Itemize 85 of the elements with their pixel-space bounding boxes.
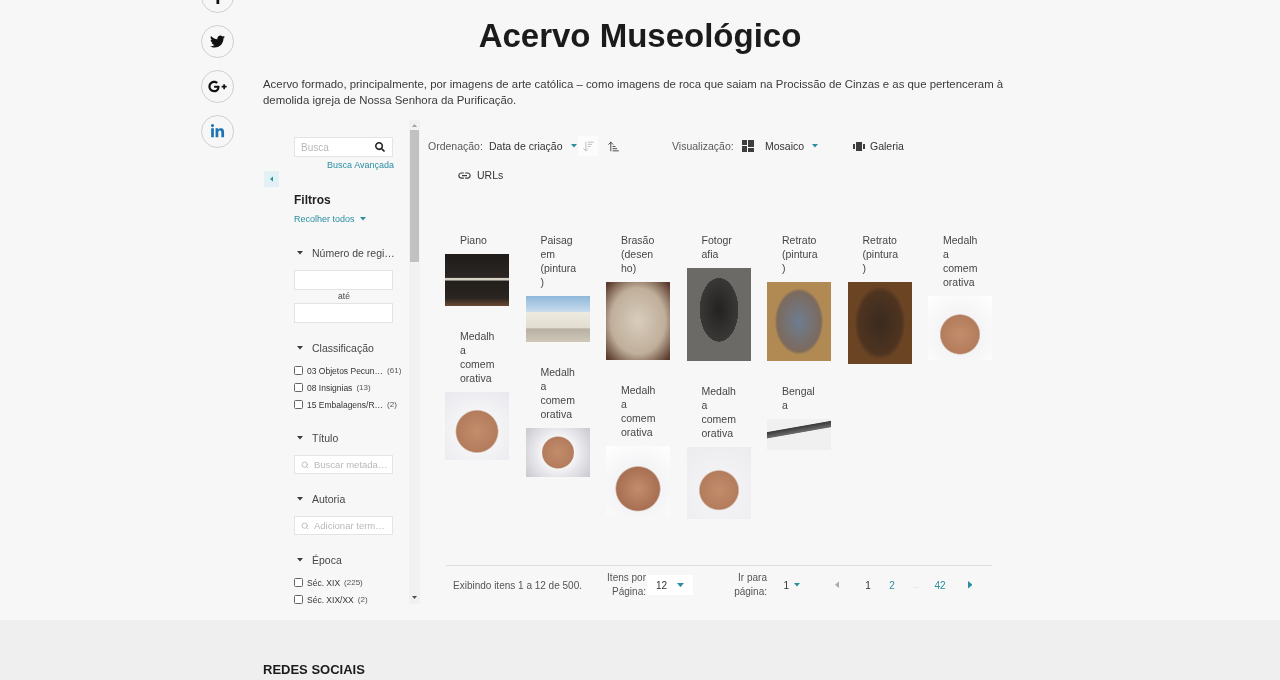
search-icon [375,142,385,152]
sort-label: Ordenação: [428,140,483,152]
input-field[interactable] [294,270,393,290]
items-per-page-select[interactable]: 12 [646,575,693,595]
sort-descending-icon [581,139,595,153]
item-title[interactable]: Piano [460,233,496,247]
go-to-page-label: Ir para página: [733,571,767,599]
scroll-down-icon [412,596,417,599]
checkbox[interactable] [294,595,303,604]
search-field[interactable]: Busca [294,137,393,157]
share-button[interactable] [201,70,234,103]
option-label: 08 Insignias [307,382,353,393]
view-label: Visualização: [672,140,734,152]
photo-placeholder[interactable] [767,419,831,450]
search-icon [301,460,309,469]
twitter-icon [210,34,225,49]
filter-header[interactable]: Número de regi… [294,245,395,261]
option-count: (61) [387,366,402,375]
view-mode-button[interactable]: URLs [452,165,509,185]
filter-header[interactable]: Classificação [294,340,374,356]
search-field[interactable]: Buscar metada… [294,455,393,474]
linkedin-icon [210,124,225,139]
item-title[interactable]: Paisagem (pintura) [540,233,577,289]
caret-left-icon [269,176,274,182]
caret-down-icon [570,144,577,148]
search-icon [301,521,309,530]
page-link[interactable]: 42 [928,575,952,595]
item-title[interactable]: Medalha comemorativa [701,384,738,440]
items-per-page-label: Itens por Página: [606,571,646,599]
checkbox[interactable] [294,383,303,392]
option-count: (13) [356,383,371,392]
sort-dropdown[interactable]: Data de criação [489,140,577,152]
page-link[interactable]: 2 [880,575,904,595]
item-title[interactable]: Medalha comemorativa [460,329,496,385]
view-mode-dropdown[interactable]: Mosaico [742,140,819,152]
footer-heading: REDES SOCIAIS [263,662,365,677]
page-link[interactable]: 1 [856,575,880,595]
option-count: (2) [357,595,368,604]
photo-placeholder[interactable] [445,254,509,306]
filter-header[interactable]: Época [294,552,342,568]
view-mode-button[interactable]: Galeria [848,136,909,156]
caret-down-icon [359,217,366,221]
option-count: (2) [387,400,397,409]
collection-description: Acervo formado, principalmente, por imagens de arte católica – como imagens de roca que saiam na Procissão de Cinzas e as que pertenceram à demolida igreja de Nossa Senhora da Purificação. [263,77,1005,108]
caret-down-icon [812,144,819,148]
option-label: Séc. XIX [307,577,341,588]
collapse-filters-button[interactable] [264,171,279,187]
checkbox[interactable] [294,400,303,409]
checkbox[interactable] [294,578,303,587]
item-title[interactable]: Retrato (pintura) [782,233,818,275]
mosaic-icon [742,140,754,152]
caret-down-icon [677,582,684,588]
gallery-icon [853,141,865,151]
caret-left-icon [834,581,840,589]
item-title[interactable]: Fotografia [701,233,738,261]
caret-right-icon [967,581,973,589]
advanced-search-link[interactable]: Busca Avançada [327,159,394,171]
range-separator: até [338,290,350,303]
share-button[interactable] [201,25,234,58]
input-field[interactable] [294,303,393,323]
item-title[interactable]: Brasão (desenho) [621,233,657,275]
caret-down-icon [794,583,800,587]
option-label: 03 Objetos Pecun… [307,365,384,376]
scrollbar[interactable] [409,120,420,604]
scroll-up-icon [412,124,417,127]
filter-header[interactable]: Título [294,430,339,446]
item-title[interactable]: Medalha comemorativa [943,233,979,289]
page-title: Acervo Museológico [478,16,802,56]
item-title[interactable]: Medalha comemorativa [621,383,657,439]
item-title[interactable]: Medalha comemorativa [540,365,577,421]
photo-placeholder[interactable] [606,282,670,360]
collapse-all-button[interactable]: Recolher todos [294,213,366,225]
item-title[interactable]: Bengala [782,384,818,412]
option-count: (225) [344,578,363,587]
results-summary: Exibindo itens 1 a 12 de 500. [453,579,582,591]
search-field[interactable]: Adicionar term… [294,516,393,535]
filter-header[interactable]: Autoria [294,491,346,507]
sort-ascending-icon [606,139,620,153]
item-title[interactable]: Retrato (pintura) [862,233,899,275]
option-label: 15 Embalagens/R… [307,399,384,410]
filters-heading: Filtros [294,193,331,207]
checkbox[interactable] [294,366,303,375]
option-label: Séc. XIX/XX [307,594,354,604]
scrollbar-thumb[interactable] [410,130,419,262]
go-to-page-select[interactable]: 1 [783,575,800,595]
